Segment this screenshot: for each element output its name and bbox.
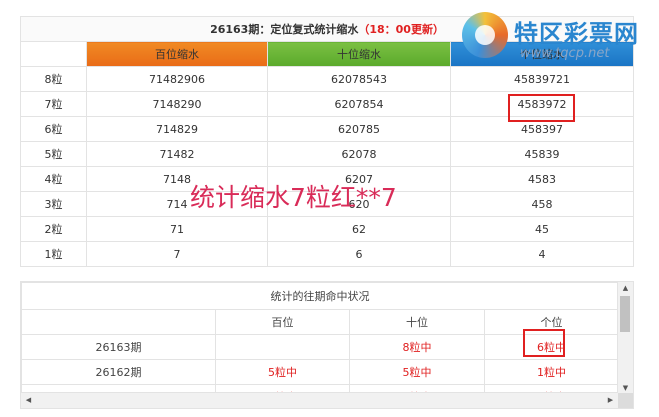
header-hundreds: 百位缩水 xyxy=(86,41,268,67)
row-label: 6粒 xyxy=(20,116,87,142)
cell-hundreds: 7148290 xyxy=(86,91,268,117)
row-label: 3粒 xyxy=(20,191,87,217)
highlight-box-7-units xyxy=(508,94,575,122)
table-row: 5粒 71482 62078 45839 xyxy=(20,141,635,167)
vertical-scrollbar[interactable]: ▲ ▼ xyxy=(617,282,633,394)
history-title-row: 统计的往期命中状况 xyxy=(21,282,619,310)
cell-hundreds: 71 xyxy=(86,216,268,242)
row-label: 2粒 xyxy=(20,216,87,242)
cell-tens: 62078543 xyxy=(267,66,451,92)
cell-units: 45 xyxy=(449,216,635,242)
history-tens: 8粒中 xyxy=(349,334,485,360)
table-row: 8粒 71482906 62078543 45839721 xyxy=(20,66,635,92)
row-label: 1粒 xyxy=(20,241,87,267)
horizontal-scrollbar[interactable]: ◀ ▶ xyxy=(21,392,618,408)
cell-units: 4583 xyxy=(449,166,635,192)
cell-units: 4 xyxy=(449,241,635,267)
history-hundreds xyxy=(215,334,350,360)
cell-tens: 6207854 xyxy=(267,91,451,117)
header-blank xyxy=(20,41,87,67)
header-tens: 十位缩水 xyxy=(267,41,451,67)
cell-hundreds: 714829 xyxy=(86,116,268,142)
history-row: 26162期 5粒中 5粒中 1粒中 xyxy=(21,359,619,385)
title-main: 26163期：定位复式统计缩水 xyxy=(210,23,359,36)
history-header-hundreds: 百位 xyxy=(215,309,350,335)
scrollbar-corner xyxy=(618,393,633,408)
scroll-up-icon[interactable]: ▲ xyxy=(618,282,633,294)
cell-hundreds: 71482 xyxy=(86,141,268,167)
update-time: （18：00更新） xyxy=(358,23,444,36)
watermark-text: 统计缩水7粒红**7 xyxy=(190,183,397,212)
cell-units: 458 xyxy=(449,191,635,217)
cell-tens: 6 xyxy=(267,241,451,267)
table-row: 2粒 71 62 45 xyxy=(20,216,635,242)
logo-url: www.tqcp.net xyxy=(520,46,610,61)
cell-hundreds: 7 xyxy=(86,241,268,267)
history-tens: 5粒中 xyxy=(349,359,485,385)
cell-tens: 620785 xyxy=(267,116,451,142)
row-label: 4粒 xyxy=(20,166,87,192)
row-label: 5粒 xyxy=(20,141,87,167)
scroll-left-icon[interactable]: ◀ xyxy=(21,394,36,406)
scroll-right-icon[interactable]: ▶ xyxy=(603,394,618,406)
logo-swirl-icon xyxy=(462,12,508,58)
history-units: 1粒中 xyxy=(484,359,619,385)
site-logo[interactable]: 特区彩票网 www.tqcp.net xyxy=(462,12,652,68)
cell-units: 45839721 xyxy=(449,66,635,92)
logo-name: 特区彩票网 xyxy=(514,20,639,48)
vertical-scroll-thumb[interactable] xyxy=(620,296,630,332)
row-label: 7粒 xyxy=(20,91,87,117)
cell-tens: 62 xyxy=(267,216,451,242)
history-hundreds: 5粒中 xyxy=(215,359,350,385)
history-title: 统计的往期命中状况 xyxy=(21,282,619,310)
history-header-tens: 十位 xyxy=(349,309,485,335)
cell-hundreds: 71482906 xyxy=(86,66,268,92)
highlight-box-history-units xyxy=(523,329,565,357)
history-header-blank xyxy=(21,309,216,335)
cell-units: 45839 xyxy=(449,141,635,167)
row-label: 8粒 xyxy=(20,66,87,92)
history-period: 26162期 xyxy=(21,359,216,385)
cell-tens: 62078 xyxy=(267,141,451,167)
history-period: 26163期 xyxy=(21,334,216,360)
table-row: 1粒 7 6 4 xyxy=(20,241,635,267)
